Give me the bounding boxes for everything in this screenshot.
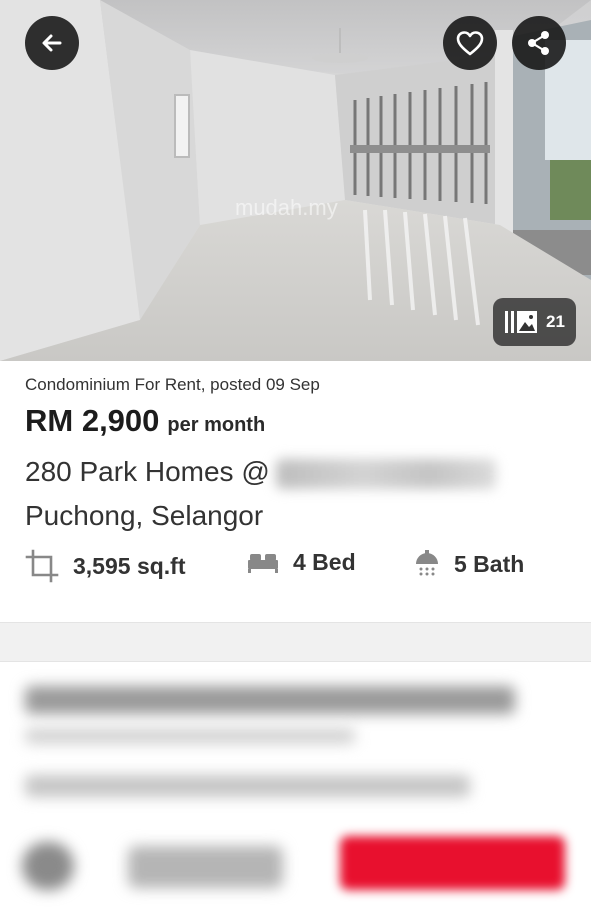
crop-area-icon xyxy=(25,549,59,583)
property-specs: 3,595 sq.ft 4 Bed 5 Bath xyxy=(25,549,570,589)
redacted-subheading xyxy=(25,728,355,744)
bed-icon xyxy=(248,553,278,573)
section-divider xyxy=(0,622,591,662)
contact-action-bar xyxy=(0,820,591,917)
redacted-heading xyxy=(25,686,515,714)
bed-spec: 4 Bed xyxy=(247,549,356,576)
price-unit: per month xyxy=(167,414,266,436)
redacted-description xyxy=(25,775,470,797)
back-arrow-icon xyxy=(42,34,62,52)
listing-photo[interactable]: mudah.my 21 xyxy=(0,0,591,361)
primary-contact-button[interactable] xyxy=(340,836,565,890)
redacted-address xyxy=(275,458,496,489)
address-line-2: Puchong, Selangor xyxy=(25,500,264,531)
watermark-text: mudah.my xyxy=(235,195,338,220)
bath-value: 5 Bath xyxy=(454,550,525,577)
address-line-1-text: 280 Park Homes @ xyxy=(25,456,270,487)
shower-icon xyxy=(416,550,438,576)
address-line-1: 280 Park Homes @ xyxy=(25,456,496,489)
back-button[interactable] xyxy=(25,16,79,70)
price: RM 2,900 xyxy=(25,403,160,438)
listing-subtitle: Condominium For Rent, posted 09 Sep xyxy=(25,375,320,394)
bed-value: 4 Bed xyxy=(293,549,356,575)
favorite-button[interactable] xyxy=(443,16,497,70)
gallery-button[interactable]: 21 xyxy=(493,298,576,346)
share-icon xyxy=(528,31,549,55)
chat-button[interactable] xyxy=(128,846,283,888)
call-button[interactable] xyxy=(22,842,74,890)
photo-count: 21 xyxy=(546,312,565,331)
price-row: RM 2,900 per month xyxy=(25,403,265,439)
share-button[interactable] xyxy=(512,16,566,70)
size-spec: 3,595 sq.ft xyxy=(25,549,186,583)
gallery-icon xyxy=(505,311,538,333)
listing-info: Condominium For Rent, posted 09 Sep RM 2… xyxy=(0,361,591,622)
heart-icon xyxy=(456,31,484,56)
size-value: 3,595 sq.ft xyxy=(73,552,186,579)
bath-spec: 5 Bath xyxy=(414,549,524,579)
